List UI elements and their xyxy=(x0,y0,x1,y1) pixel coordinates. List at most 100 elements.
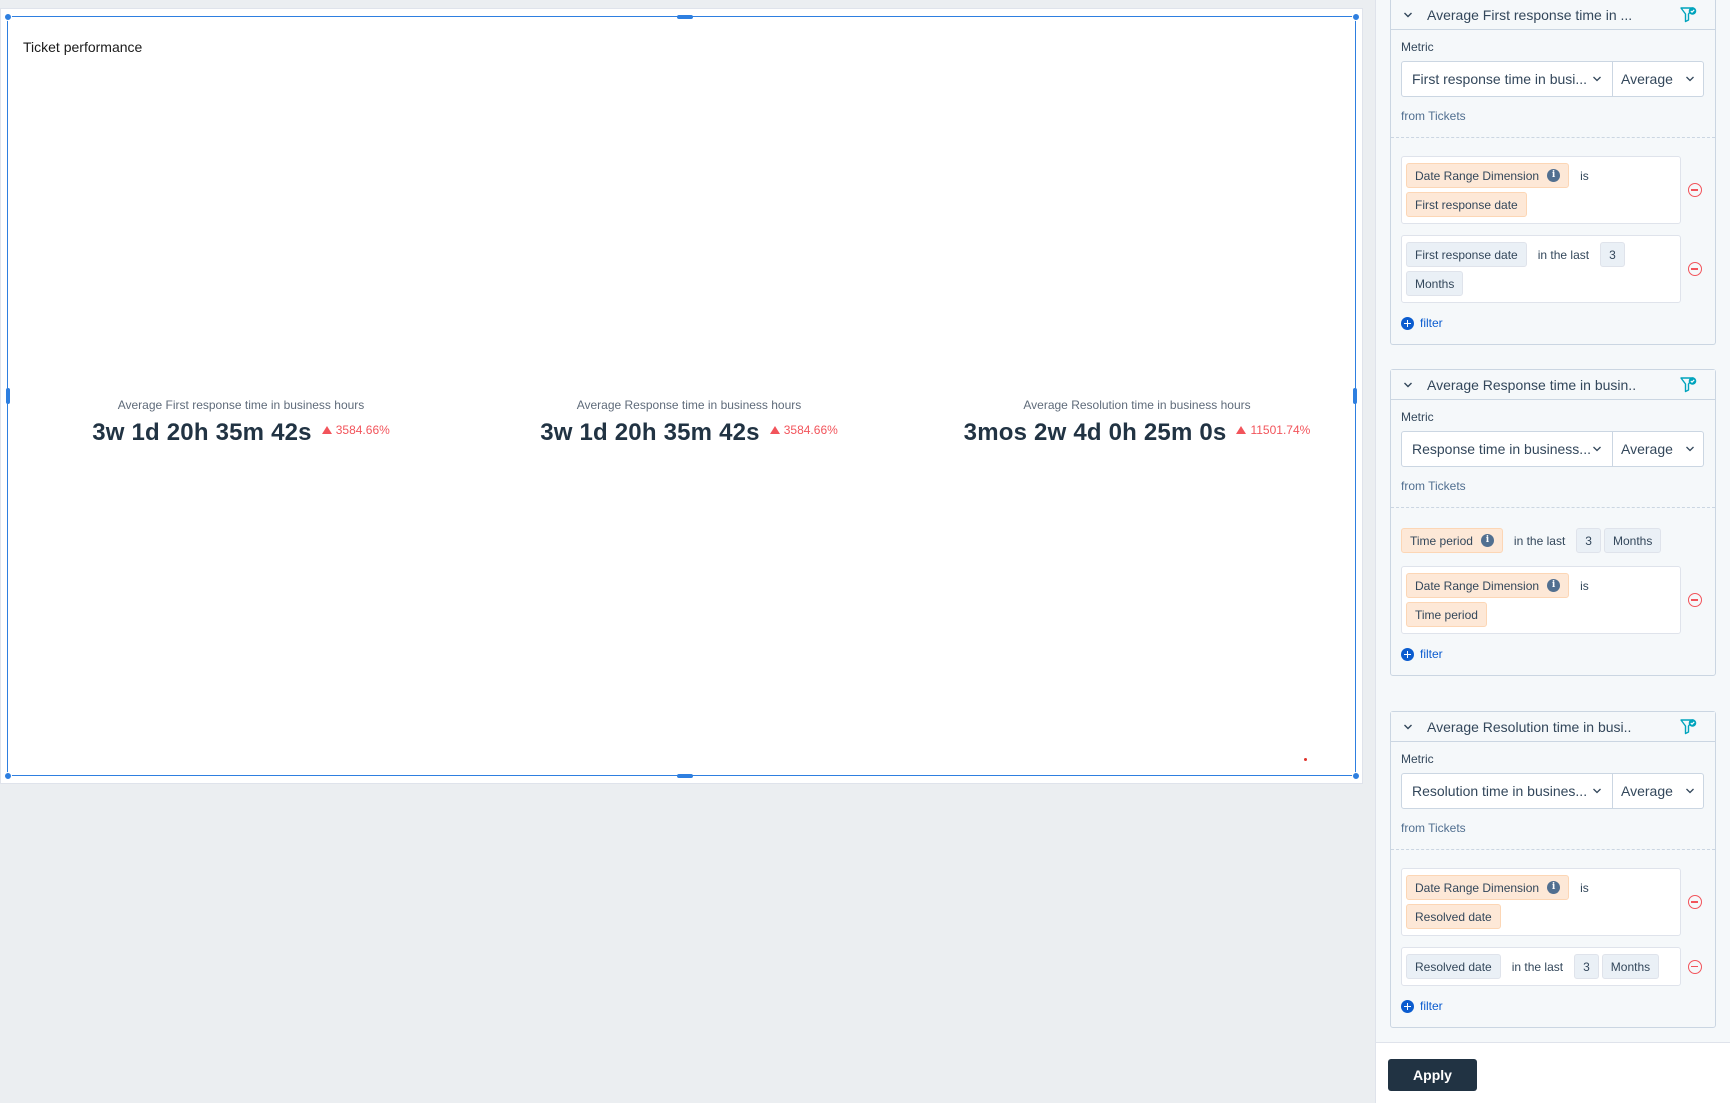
filter-property-chip[interactable]: Time period i xyxy=(1401,528,1503,553)
info-icon[interactable]: i xyxy=(1547,881,1561,894)
filter-property: Date Range Dimension xyxy=(1415,168,1540,183)
filter-row[interactable]: Time period i in the last 3 Months xyxy=(1401,526,1681,555)
filter-card[interactable]: Date Range Dimension i is Resolved date xyxy=(1401,868,1702,936)
metric-value: Response time in business... xyxy=(1412,441,1591,457)
metric-dropdown[interactable]: First response time in busi... xyxy=(1401,61,1613,97)
filter-property-chip[interactable]: Date Range Dimension i xyxy=(1406,163,1570,188)
filter-operator: is xyxy=(1580,880,1589,895)
chevron-down-icon xyxy=(1593,76,1601,82)
metric-dropdown[interactable]: Response time in business... xyxy=(1401,431,1613,467)
panel-footer: Apply xyxy=(1376,1042,1730,1103)
filter-card[interactable]: Date Range Dimension i is First response … xyxy=(1401,156,1702,224)
plus-circle-icon xyxy=(1401,316,1414,330)
metric-dropdown[interactable]: Resolution time in busines... xyxy=(1401,773,1613,809)
data-source-label: from Tickets xyxy=(1401,109,1466,123)
chevron-down-icon[interactable] xyxy=(1403,10,1413,20)
metric-label: Metric xyxy=(1401,752,1434,766)
add-filter-label: filter xyxy=(1420,999,1443,1013)
data-source-label: from Tickets xyxy=(1401,479,1466,493)
chevron-down-icon xyxy=(1593,446,1601,452)
filter-operator: in the last xyxy=(1537,247,1590,262)
add-filter-button[interactable]: filter xyxy=(1401,997,1705,1015)
apply-button[interactable]: Apply xyxy=(1388,1059,1477,1091)
data-source-label: from Tickets xyxy=(1401,821,1466,835)
filter-property: Date Range Dimension xyxy=(1415,880,1540,895)
resize-handle-right[interactable] xyxy=(1353,388,1357,404)
filter-property-chip[interactable]: Resolved date xyxy=(1406,954,1501,979)
chevron-down-icon xyxy=(1686,76,1694,82)
aggregation-dropdown[interactable]: Average xyxy=(1613,61,1704,97)
filter-card[interactable]: Date Range Dimension i is Time period xyxy=(1401,566,1702,634)
section-header[interactable]: Average Resolution time in busi.. xyxy=(1391,712,1715,742)
filter-unit-chip[interactable]: Months xyxy=(1601,954,1660,979)
section-resolution: Average Resolution time in busi.. Metric… xyxy=(1390,711,1716,1028)
plus-circle-icon xyxy=(1401,999,1414,1013)
remove-filter-icon[interactable] xyxy=(1688,183,1702,197)
metric-value: Resolution time in busines... xyxy=(1412,783,1588,799)
resize-handle-top[interactable] xyxy=(677,15,693,19)
filter-card[interactable]: Resolved date in the last 3 Months xyxy=(1401,947,1702,986)
selection-frame xyxy=(7,16,1356,776)
aggregation-value: Average xyxy=(1621,783,1673,799)
filter-number-chip[interactable]: 3 xyxy=(1574,954,1599,979)
resize-handle-top-right[interactable] xyxy=(1352,13,1360,21)
add-filter-label: filter xyxy=(1420,647,1443,661)
chevron-down-icon[interactable] xyxy=(1403,380,1413,390)
filter-number-chip[interactable]: 3 xyxy=(1576,528,1601,553)
resize-handle-bottom-left[interactable] xyxy=(4,772,12,780)
metric-label: Metric xyxy=(1401,40,1434,54)
remove-filter-icon[interactable] xyxy=(1688,895,1702,909)
filter-property-chip[interactable]: Date Range Dimension i xyxy=(1406,573,1570,598)
filter-value-chip[interactable]: Resolved date xyxy=(1406,904,1501,929)
resize-handle-left[interactable] xyxy=(6,388,10,404)
info-icon[interactable]: i xyxy=(1547,579,1561,592)
info-icon[interactable]: i xyxy=(1480,534,1494,547)
filter-funnel-icon[interactable] xyxy=(1679,718,1697,736)
filter-operator: in the last xyxy=(1513,533,1566,548)
aggregation-value: Average xyxy=(1621,441,1673,457)
chevron-down-icon xyxy=(1686,446,1694,452)
remove-filter-icon[interactable] xyxy=(1688,959,1702,974)
add-filter-button[interactable]: filter xyxy=(1401,314,1705,332)
section-title: Average First response time in ... xyxy=(1427,6,1633,23)
metric-value: First response time in busi... xyxy=(1412,71,1588,87)
metric-label: Metric xyxy=(1401,410,1434,424)
filter-card[interactable]: First response date in the last 3 Months xyxy=(1401,235,1702,303)
add-filter-label: filter xyxy=(1420,316,1443,330)
filter-operator: in the last xyxy=(1511,959,1564,974)
remove-filter-icon[interactable] xyxy=(1688,593,1702,607)
info-icon[interactable]: i xyxy=(1547,169,1561,182)
panel-scroll-area[interactable]: Average First response time in ... Metri… xyxy=(1376,0,1730,1042)
filter-unit-chip[interactable]: Months xyxy=(1603,528,1662,553)
filter-operator: is xyxy=(1580,578,1589,593)
chevron-down-icon xyxy=(1686,788,1694,794)
filter-operator: is xyxy=(1580,168,1589,183)
chevron-down-icon[interactable] xyxy=(1403,722,1413,732)
add-filter-button[interactable]: filter xyxy=(1401,645,1705,663)
filter-funnel-icon[interactable] xyxy=(1679,376,1697,394)
section-response: Average Response time in busin.. Metric … xyxy=(1390,369,1716,676)
plus-circle-icon xyxy=(1401,647,1414,661)
section-first-response: Average First response time in ... Metri… xyxy=(1390,0,1716,345)
filter-number-chip[interactable]: 3 xyxy=(1600,242,1625,267)
filter-property-chip[interactable]: First response date xyxy=(1406,242,1527,267)
filter-unit-chip[interactable]: Months xyxy=(1406,271,1464,296)
filter-value-chip[interactable]: First response date xyxy=(1406,192,1527,217)
section-header[interactable]: Average Response time in busin.. xyxy=(1391,370,1715,400)
aggregation-dropdown[interactable]: Average xyxy=(1613,773,1704,809)
section-title: Average Response time in busin.. xyxy=(1427,376,1637,393)
chevron-down-icon xyxy=(1593,788,1601,794)
section-header[interactable]: Average First response time in ... xyxy=(1391,0,1715,30)
filter-property: Date Range Dimension xyxy=(1415,578,1540,593)
report-config-panel: Average First response time in ... Metri… xyxy=(1375,0,1730,1103)
aggregation-dropdown[interactable]: Average xyxy=(1613,431,1704,467)
resize-handle-bottom-right[interactable] xyxy=(1352,772,1360,780)
resize-handle-bottom[interactable] xyxy=(677,774,693,778)
resize-handle-top-left[interactable] xyxy=(4,13,12,21)
filter-value-chip[interactable]: Time period xyxy=(1406,602,1487,627)
section-title: Average Resolution time in busi.. xyxy=(1427,718,1632,735)
aggregation-value: Average xyxy=(1621,71,1673,87)
filter-funnel-icon[interactable] xyxy=(1679,6,1697,24)
filter-property-chip[interactable]: Date Range Dimension i xyxy=(1406,875,1570,900)
remove-filter-icon[interactable] xyxy=(1688,262,1702,276)
